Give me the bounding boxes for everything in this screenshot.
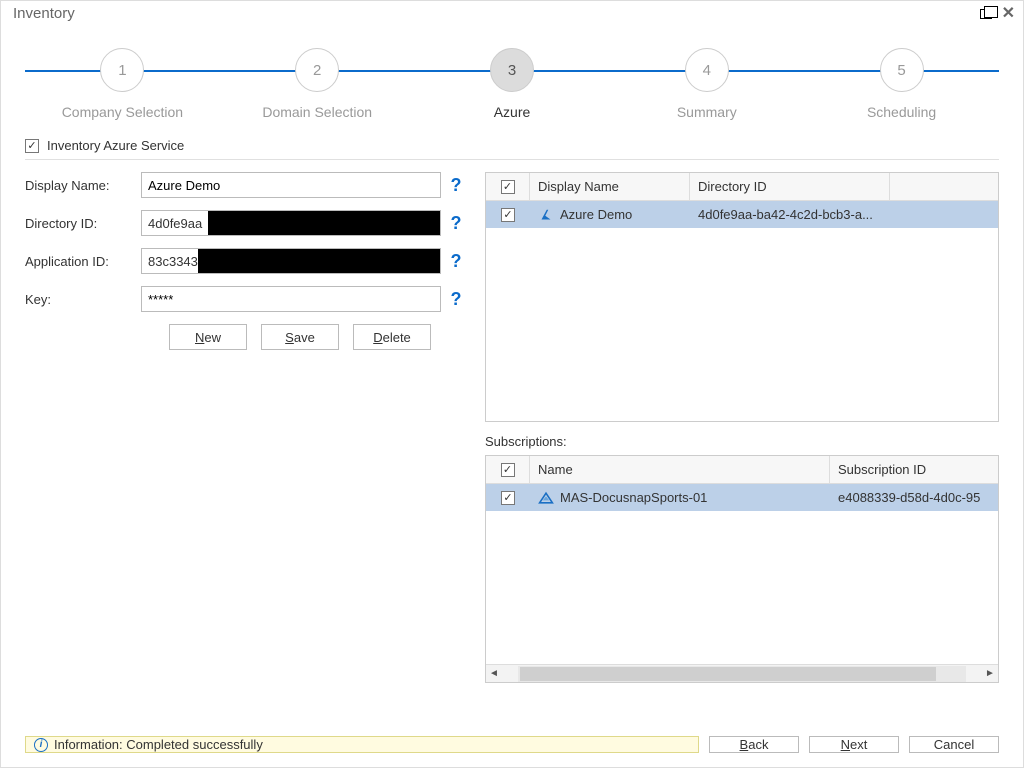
azure-icon (538, 209, 554, 221)
step-domain-selection[interactable]: 2 Domain Selection (220, 48, 415, 120)
table-row[interactable]: ✓ MAS-DocusnapSports-01 e4088339-d58d-4d… (486, 484, 998, 511)
save-button[interactable]: Save (261, 324, 339, 350)
display-name-label: Display Name: (25, 178, 135, 193)
col-subscription-id[interactable]: Subscription ID (830, 456, 998, 483)
restore-icon[interactable] (980, 9, 992, 19)
step-summary[interactable]: 4 Summary (609, 48, 804, 120)
col-display-name[interactable]: Display Name (530, 173, 690, 200)
horizontal-scrollbar[interactable]: ◄ ► (486, 664, 998, 682)
help-icon[interactable]: ? (447, 289, 465, 310)
select-all-checkbox[interactable]: ✓ (501, 463, 515, 477)
select-all-checkbox[interactable]: ✓ (501, 180, 515, 194)
display-name-input[interactable] (141, 172, 441, 198)
directory-id-input[interactable]: 4d0fe9aa (141, 210, 441, 236)
scroll-right-icon[interactable]: ► (982, 666, 998, 682)
window-title: Inventory (13, 5, 75, 22)
application-id-input[interactable]: 83c3343 (141, 248, 441, 274)
cancel-button[interactable]: Cancel (909, 736, 999, 753)
col-directory-id[interactable]: Directory ID (690, 173, 890, 200)
delete-button[interactable]: Delete (353, 324, 431, 350)
back-button[interactable]: Back (709, 736, 799, 753)
new-button[interactable]: New (169, 324, 247, 350)
key-input[interactable] (141, 286, 441, 312)
inventory-service-label: Inventory Azure Service (47, 138, 184, 153)
row-checkbox[interactable]: ✓ (501, 491, 515, 505)
step-company-selection[interactable]: 1 Company Selection (25, 48, 220, 120)
inventory-service-checkbox[interactable]: ✓ (25, 139, 39, 153)
help-icon[interactable]: ? (447, 251, 465, 272)
wizard-steps: 1 Company Selection 2 Domain Selection 3… (25, 48, 999, 120)
status-bar: i Information: Completed successfully (25, 736, 699, 753)
close-icon[interactable]: ✕ (1002, 9, 1015, 19)
subscriptions-grid[interactable]: ✓ Name Subscription ID ✓ MAS-Docus (485, 455, 999, 683)
subscription-icon (538, 491, 554, 505)
row-checkbox[interactable]: ✓ (501, 208, 515, 222)
next-button[interactable]: Next (809, 736, 899, 753)
directory-id-label: Directory ID: (25, 216, 135, 231)
help-icon[interactable]: ? (447, 175, 465, 196)
status-text: Information: Completed successfully (54, 737, 263, 752)
scroll-left-icon[interactable]: ◄ (486, 666, 502, 682)
table-row[interactable]: ✓ Azure Demo 4d0fe9aa-ba42-4c2d-bcb3-a..… (486, 201, 998, 228)
col-name[interactable]: Name (530, 456, 830, 483)
help-icon[interactable]: ? (447, 213, 465, 234)
step-azure[interactable]: 3 Azure (415, 48, 610, 120)
application-id-label: Application ID: (25, 254, 135, 269)
step-scheduling[interactable]: 5 Scheduling (804, 48, 999, 120)
directories-grid[interactable]: ✓ Display Name Directory ID ✓ (485, 172, 999, 422)
subscriptions-label: Subscriptions: (485, 434, 999, 449)
key-label: Key: (25, 292, 135, 307)
info-icon: i (34, 738, 48, 752)
